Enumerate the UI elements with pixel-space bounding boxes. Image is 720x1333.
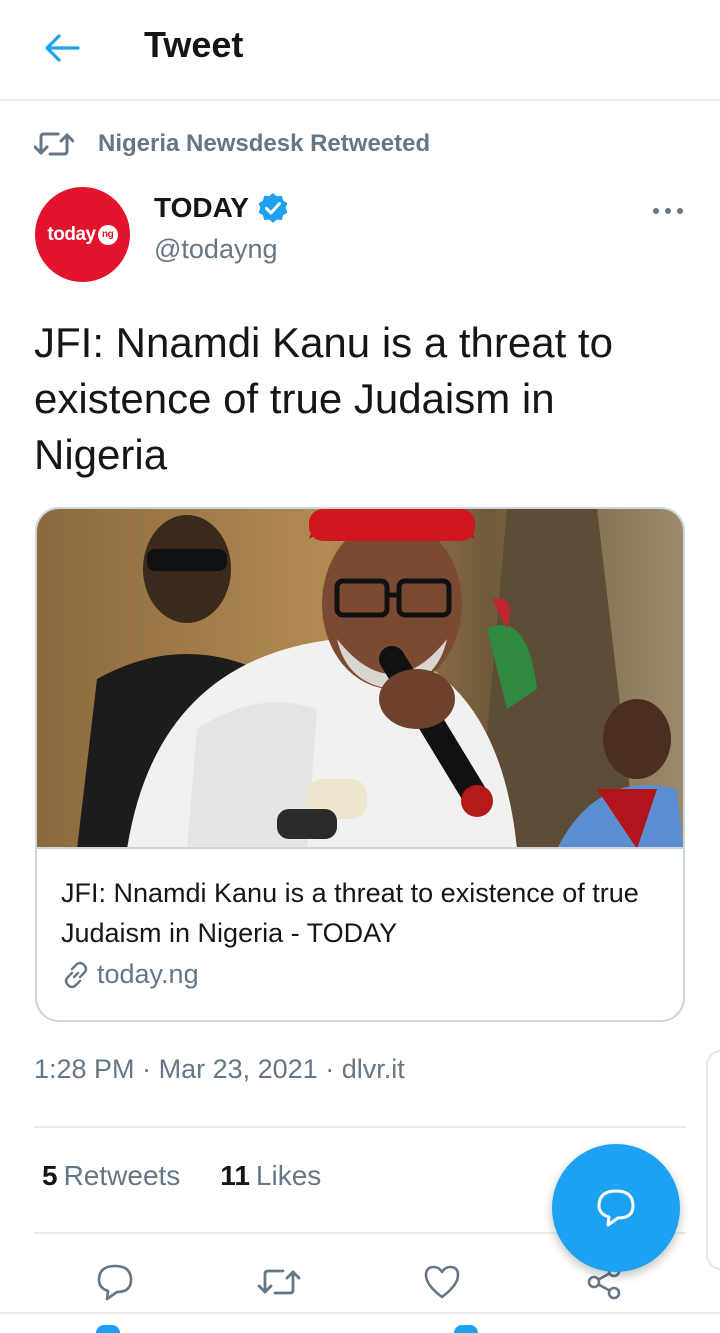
- link-preview-domain-row: today.ng: [61, 959, 661, 990]
- link-preview-body: JFI: Nnamdi Kanu is a threat to existenc…: [61, 873, 661, 990]
- link-preview-title: JFI: Nnamdi Kanu is a threat to existenc…: [61, 878, 639, 948]
- tweet-date: Mar 23, 2021: [158, 1054, 318, 1084]
- link-icon: [64, 961, 88, 988]
- retweets-label: Retweets: [63, 1160, 181, 1191]
- verified-badge-icon: [258, 193, 288, 223]
- retweet-context-label: Nigeria Newsdesk Retweeted: [98, 130, 431, 157]
- link-preview-card[interactable]: JFI: Nnamdi Kanu is a threat to existenc…: [35, 507, 685, 1022]
- retweet-button[interactable]: [255, 1258, 303, 1306]
- like-button[interactable]: [418, 1258, 466, 1306]
- heart-icon: [424, 1265, 460, 1299]
- avatar-logo-badge: ng: [97, 224, 118, 245]
- back-button[interactable]: [38, 26, 86, 70]
- tweet-source[interactable]: dlvr.it: [342, 1054, 405, 1084]
- top-bar: Tweet: [0, 0, 720, 101]
- retweets-stat[interactable]: 5 Retweets: [42, 1160, 180, 1192]
- author-name-row[interactable]: TODAY: [154, 192, 289, 224]
- arrow-left-icon: [45, 34, 80, 62]
- compose-reply-button[interactable]: [552, 1144, 680, 1272]
- page-title: Tweet: [144, 24, 244, 65]
- retweets-count: 5: [42, 1160, 58, 1191]
- avatar-logo-text: today: [47, 223, 96, 245]
- likes-stat[interactable]: 11 Likes: [220, 1160, 321, 1192]
- edge-panel-handle[interactable]: [706, 1050, 720, 1270]
- retweet-icon: [34, 124, 74, 164]
- more-options-button[interactable]: [648, 196, 688, 226]
- link-preview-image: [37, 509, 683, 849]
- reply-icon: [97, 1264, 133, 1301]
- likes-count: 11: [220, 1160, 250, 1191]
- avatar[interactable]: today ng: [35, 187, 130, 282]
- more-icon: [653, 208, 683, 214]
- tweet-stats: 5 Retweets 11 Likes: [42, 1160, 321, 1192]
- link-preview-domain: today.ng: [97, 959, 199, 989]
- nav-home-indicator[interactable]: [96, 1325, 120, 1333]
- author-display-name: TODAY: [154, 192, 249, 223]
- likes-label: Likes: [255, 1160, 322, 1191]
- retweet-context[interactable]: Nigeria Newsdesk Retweeted: [34, 124, 430, 164]
- tweet-text: JFI: Nnamdi Kanu is a threat to existenc…: [34, 319, 613, 478]
- meta-separator: ·: [142, 1054, 152, 1084]
- author-handle[interactable]: @todayng: [154, 234, 278, 265]
- divider: [34, 1126, 686, 1128]
- reply-button[interactable]: [91, 1258, 139, 1306]
- tweet-time: 1:28 PM: [34, 1054, 135, 1084]
- tweet-meta: 1:28 PM · Mar 23, 2021 · dlvr.it: [34, 1054, 405, 1085]
- meta-separator: ·: [325, 1054, 335, 1084]
- compose-reply-icon: [597, 1189, 635, 1227]
- retweet-icon: [257, 1269, 301, 1295]
- nav-notifications-indicator[interactable]: [454, 1325, 478, 1333]
